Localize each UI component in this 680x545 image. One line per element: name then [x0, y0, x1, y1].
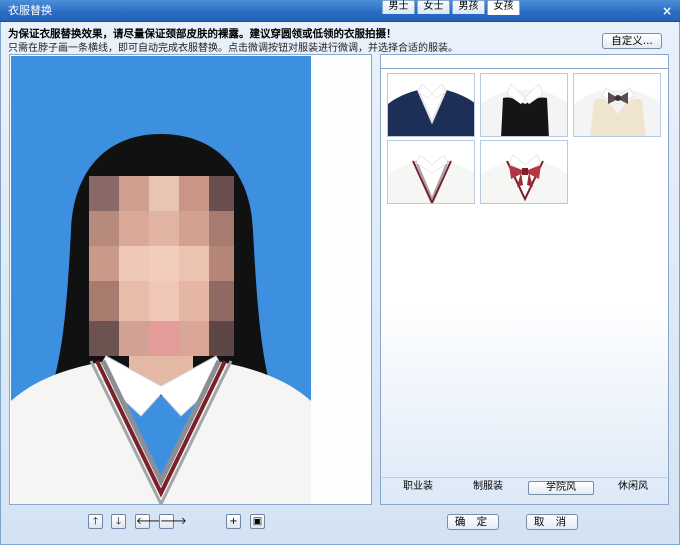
- ok-button[interactable]: 确 定: [447, 514, 499, 530]
- clothing-thumb-white-sweater[interactable]: [387, 140, 475, 204]
- category-divider: [382, 477, 667, 478]
- window-title: 衣服替换: [8, 4, 52, 17]
- cancel-button[interactable]: 取 消: [526, 514, 578, 530]
- tab-girls[interactable]: 女孩: [487, 0, 520, 15]
- save-button[interactable]: ▣: [250, 514, 265, 529]
- move-right-button[interactable]: 🡒: [159, 514, 187, 529]
- portrait-photo[interactable]: [11, 56, 311, 504]
- tab-divider: [381, 68, 668, 69]
- category-casual[interactable]: 休闲风: [611, 481, 655, 495]
- move-left-button[interactable]: 🡐: [135, 514, 163, 529]
- title-bar: 衣服替换 ×: [0, 0, 680, 22]
- category-college[interactable]: 学院风: [528, 481, 594, 495]
- clothing-thumb-black-vest[interactable]: [480, 73, 568, 137]
- category-professional[interactable]: 职业装: [396, 481, 440, 495]
- tab-women[interactable]: 女士: [417, 0, 450, 14]
- hint-normal: 只需在脖子画一条横线，即可自动完成衣服替换。点击微调按钮对服装进行微调，并选择合…: [8, 43, 458, 54]
- zoom-in-button[interactable]: +: [226, 514, 241, 529]
- custom-button[interactable]: 自定义...: [602, 33, 662, 49]
- move-down-button[interactable]: 🡓: [111, 514, 126, 529]
- clothing-thumb-beige-bow-vest[interactable]: [573, 73, 661, 137]
- tab-men[interactable]: 男士: [382, 0, 415, 14]
- category-uniform[interactable]: 制服装: [466, 481, 510, 495]
- clothing-thumb-navy-vest[interactable]: [387, 73, 475, 137]
- white-sweater-uniform-image: [388, 141, 474, 203]
- mosaic-face: [89, 176, 234, 356]
- white-sweater-bow-uniform-image: [481, 141, 567, 203]
- black-vest-uniform-image: [481, 74, 567, 136]
- photo-preview-panel: [9, 54, 372, 505]
- move-up-button[interactable]: 🡑: [88, 514, 103, 529]
- close-icon[interactable]: ×: [662, 0, 672, 22]
- portrait-image: [11, 56, 311, 504]
- beige-vest-bow-uniform-image: [574, 74, 660, 136]
- clothing-thumb-white-bow-sweater[interactable]: [480, 140, 568, 204]
- tab-boys[interactable]: 男孩: [452, 0, 485, 14]
- navy-vest-uniform-image: [388, 74, 474, 136]
